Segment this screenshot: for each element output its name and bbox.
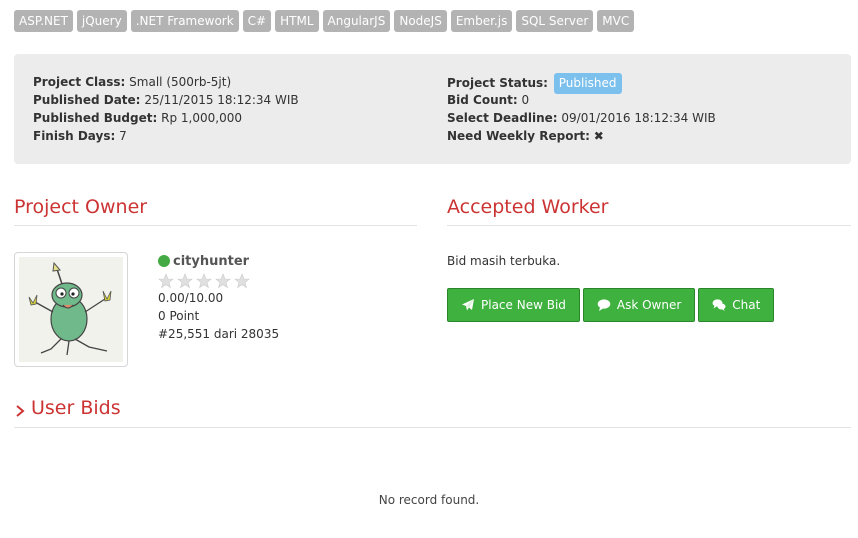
- tag-html[interactable]: HTML: [275, 10, 319, 32]
- skill-tags: ASP.NET jQuery .NET Framework C# HTML An…: [14, 10, 635, 32]
- tag-jquery[interactable]: jQuery: [76, 10, 127, 32]
- project-info-panel: Project Class: Small (500rb-5jt) Publish…: [14, 54, 851, 164]
- tag-emberjs[interactable]: Ember.js: [450, 10, 513, 32]
- owner-info: cityhunter 0.00/10.00 0 Point #25,551 da…: [158, 252, 279, 343]
- ask-owner-label: Ask Owner: [616, 298, 682, 312]
- user-bids-title: User Bids: [31, 397, 121, 419]
- star-icon: [196, 273, 212, 289]
- owner-rating: 0.00/10.00: [158, 291, 224, 305]
- worker-actions: Place New Bid Ask Owner Chat: [447, 288, 775, 322]
- project-info-left: Project Class: Small (500rb-5jt) Publish…: [33, 73, 299, 145]
- star-icon: [234, 273, 250, 289]
- ask-owner-button[interactable]: Ask Owner: [582, 288, 696, 322]
- status-badge: Published: [553, 73, 622, 94]
- star-icon: [177, 273, 193, 289]
- finish-days-label: Finish Days:: [33, 129, 116, 143]
- comments-icon: [712, 299, 726, 311]
- close-icon: ✖: [593, 129, 604, 143]
- select-deadline-value: 09/01/2016 18:12:34 WIB: [561, 111, 716, 125]
- tag-csharp[interactable]: C#: [242, 10, 272, 32]
- avatar[interactable]: [14, 252, 128, 367]
- finish-days-row: Finish Days: 7: [33, 127, 299, 145]
- published-date-value: 25/11/2015 18:12:34 WIB: [144, 93, 299, 107]
- place-new-bid-label: Place New Bid: [481, 298, 566, 312]
- bid-status-text: Bid masih terbuka.: [447, 254, 561, 268]
- empty-state-text: No record found.: [378, 493, 480, 507]
- owner-points: 0 Point: [158, 309, 200, 323]
- finish-days-value: 7: [119, 129, 127, 143]
- project-status-label: Project Status:: [447, 76, 548, 90]
- star-icon: [215, 273, 231, 289]
- published-date-label: Published Date:: [33, 93, 141, 107]
- tag-nodejs[interactable]: NodeJS: [394, 10, 447, 32]
- weekly-report-row: Need Weekly Report: ✖: [447, 127, 716, 145]
- published-budget-label: Published Budget:: [33, 111, 158, 125]
- online-status-icon: [158, 255, 170, 267]
- place-new-bid-button[interactable]: Place New Bid: [447, 288, 580, 322]
- bid-count-label: Bid Count:: [447, 93, 518, 107]
- tag-dotnet-framework[interactable]: .NET Framework: [130, 10, 239, 32]
- rating-stars: [158, 273, 279, 289]
- published-budget-row: Published Budget: Rp 1,000,000: [33, 109, 299, 127]
- accepted-worker-title: Accepted Worker: [447, 196, 851, 226]
- published-date-row: Published Date: 25/11/2015 18:12:34 WIB: [33, 91, 299, 109]
- project-class-row: Project Class: Small (500rb-5jt): [33, 73, 299, 91]
- tag-sql-server[interactable]: SQL Server: [516, 10, 594, 32]
- owner-name-row: cityhunter: [158, 252, 279, 270]
- project-owner-title: Project Owner: [14, 196, 417, 226]
- project-info-right: Project Status: Published Bid Count: 0 S…: [447, 73, 716, 145]
- chat-button[interactable]: Chat: [698, 288, 775, 322]
- tag-angularjs[interactable]: AngularJS: [322, 10, 391, 32]
- tag-aspnet[interactable]: ASP.NET: [14, 10, 73, 32]
- owner-username[interactable]: cityhunter: [173, 254, 249, 269]
- tag-mvc[interactable]: MVC: [597, 10, 635, 32]
- project-class-label: Project Class:: [33, 75, 126, 89]
- avatar-image: [19, 257, 123, 362]
- select-deadline-row: Select Deadline: 09/01/2016 18:12:34 WIB: [447, 109, 716, 127]
- select-deadline-label: Select Deadline:: [447, 111, 558, 125]
- chevron-right-icon: [16, 405, 25, 417]
- published-budget-value: Rp 1,000,000: [161, 111, 242, 125]
- chat-label: Chat: [732, 298, 761, 312]
- owner-rank: #25,551 dari 28035: [158, 327, 280, 341]
- weekly-report-label: Need Weekly Report:: [447, 129, 590, 143]
- paper-plane-icon: [462, 299, 474, 311]
- comment-icon: [597, 299, 611, 311]
- project-status-row: Project Status: Published: [447, 73, 716, 94]
- star-icon: [158, 273, 174, 289]
- user-bids-header[interactable]: User Bids: [14, 397, 851, 428]
- bid-count-value: 0: [521, 93, 530, 107]
- project-class-value: Small (500rb-5jt): [129, 75, 232, 89]
